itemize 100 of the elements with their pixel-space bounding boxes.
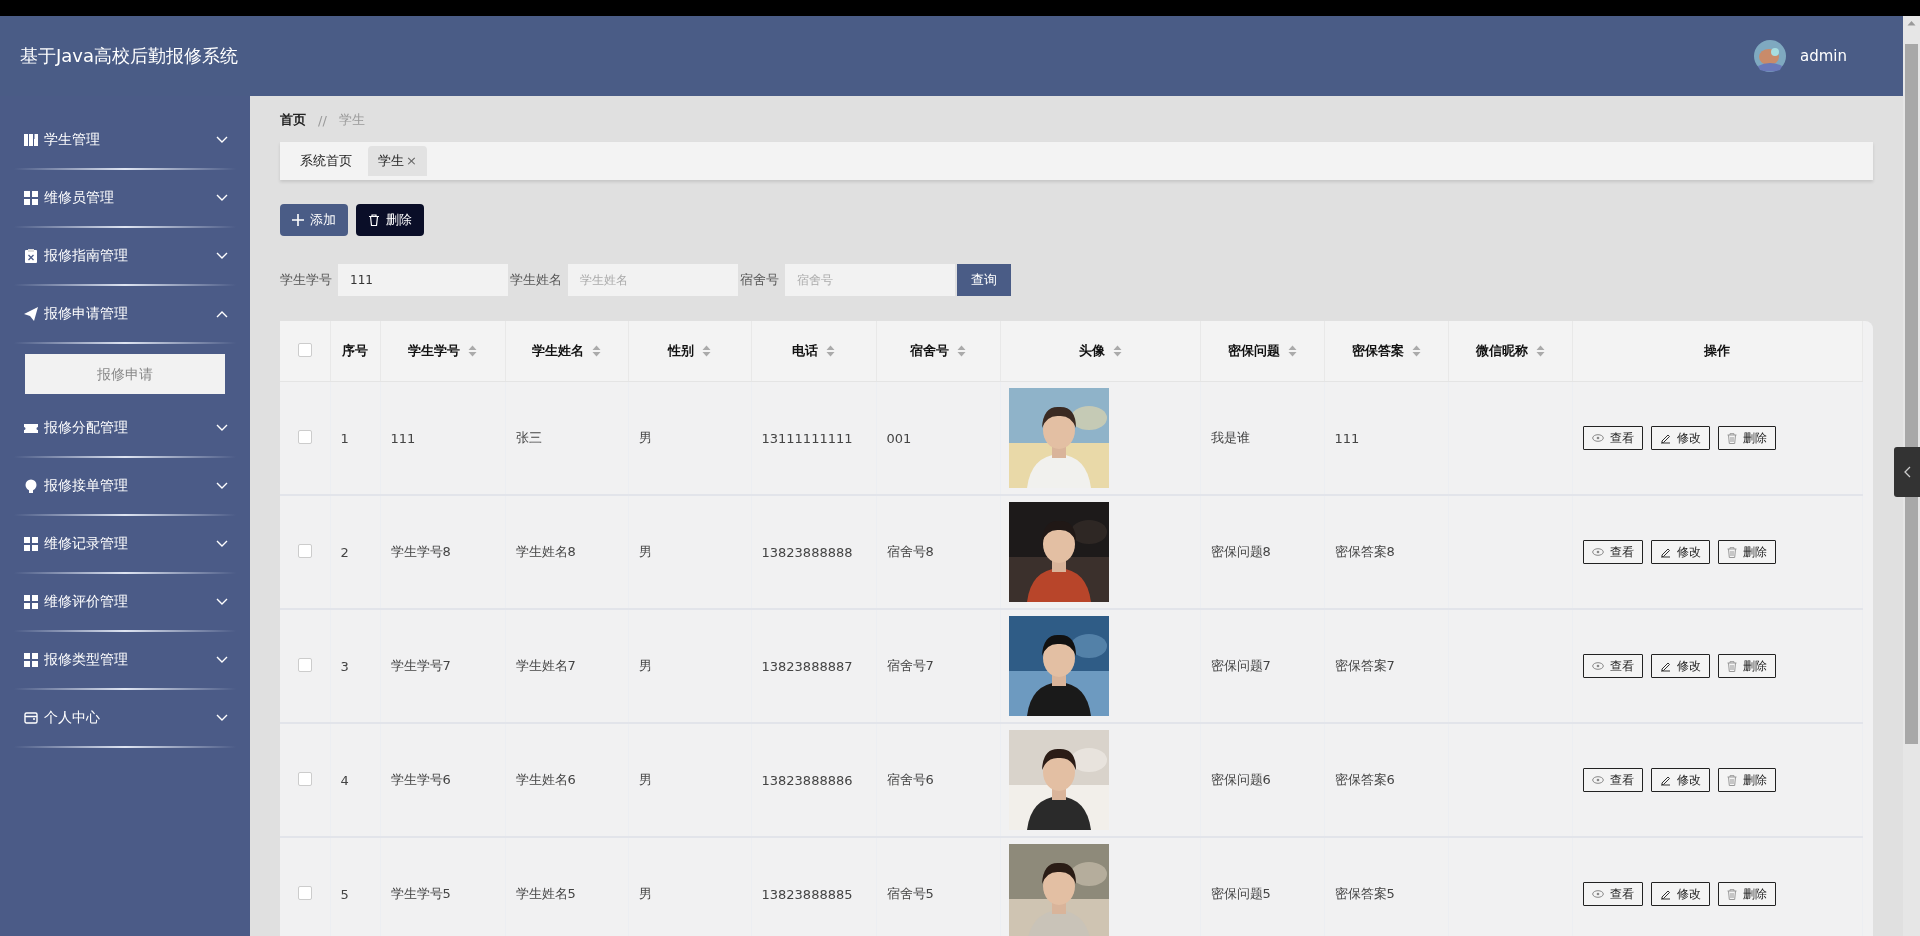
table-cell: 密保答案8 <box>1334 544 1395 559</box>
eye-icon <box>1591 890 1604 898</box>
edit-button[interactable]: 修改 <box>1650 654 1710 678</box>
breadcrumb-separator: // <box>318 112 327 128</box>
column-header[interactable]: 性别 <box>668 342 694 360</box>
checkbox[interactable] <box>297 885 312 900</box>
table-cell: 1 <box>340 430 349 446</box>
pencil-icon <box>1659 546 1671 558</box>
table-cell: 111 <box>390 430 416 446</box>
eye-icon <box>1591 776 1604 784</box>
side-toggle-button[interactable] <box>1894 447 1920 497</box>
page-tab[interactable]: 学生× <box>368 146 427 176</box>
trash-icon <box>1726 660 1737 672</box>
view-button[interactable]: 查看 <box>1582 882 1643 906</box>
sort-icon[interactable] <box>468 345 477 357</box>
delete-button[interactable]: 删除 <box>1717 540 1776 564</box>
table-cell: 男 <box>638 886 652 901</box>
chevron-down-icon <box>216 656 228 664</box>
view-button[interactable]: 查看 <box>1582 426 1643 450</box>
column-header[interactable]: 微信昵称 <box>1475 342 1528 360</box>
column-header[interactable]: 宿舍号 <box>910 342 949 360</box>
menu-item[interactable]: 学生管理 <box>0 112 250 168</box>
trash-icon <box>1726 432 1737 444</box>
field-label: 学生学号 <box>280 271 332 289</box>
pencil-icon <box>1659 774 1671 786</box>
checkbox[interactable] <box>297 771 312 786</box>
table-cell: 男 <box>638 658 652 673</box>
view-button[interactable]: 查看 <box>1582 540 1643 564</box>
eye-icon <box>1591 548 1604 556</box>
table-cell: 5 <box>340 886 349 902</box>
chevron-down-icon <box>216 194 228 202</box>
edit-button[interactable]: 修改 <box>1650 882 1710 906</box>
column-header[interactable]: 电话 <box>792 342 818 360</box>
scroll-up-icon[interactable] <box>1907 20 1916 26</box>
sort-icon[interactable] <box>592 345 601 357</box>
breadcrumb-item[interactable]: 首页 <box>280 111 306 129</box>
column-header[interactable]: 学生姓名 <box>532 342 584 360</box>
trash-icon <box>368 214 380 226</box>
sort-icon[interactable] <box>1411 345 1421 357</box>
menu-item[interactable]: 报修接单管理 <box>0 458 250 514</box>
table-cell: 宿舍号7 <box>886 658 934 673</box>
menu-item[interactable]: 报修申请管理 <box>0 286 250 342</box>
column-header[interactable]: 密保问题 <box>1227 342 1280 360</box>
user-name[interactable]: admin <box>1800 47 1847 65</box>
column-header[interactable]: 密保答案 <box>1351 342 1404 360</box>
grid-icon <box>24 537 38 551</box>
delete-button[interactable]: 删除 <box>1717 768 1776 792</box>
menu-item[interactable]: 报修指南管理 <box>0 228 250 284</box>
lightbulb-icon <box>24 479 38 493</box>
menu-item[interactable]: 报修类型管理 <box>0 632 250 688</box>
sort-icon[interactable] <box>1112 345 1122 357</box>
scrollbar-thumb[interactable] <box>1905 44 1918 744</box>
pencil-icon <box>1659 660 1671 672</box>
input-field[interactable]: 111 <box>338 264 508 296</box>
table-cell: 密保问题8 <box>1210 544 1271 559</box>
trash-icon <box>1726 774 1737 786</box>
menu-item[interactable]: 维修员管理 <box>0 170 250 226</box>
checkbox[interactable] <box>297 543 312 558</box>
delete-button[interactable]: 删除 <box>356 204 424 236</box>
view-button[interactable]: 查看 <box>1582 654 1643 678</box>
table-cell: 学生姓名6 <box>515 772 576 787</box>
eye-icon <box>1591 434 1604 442</box>
sort-icon[interactable] <box>957 345 966 357</box>
table-cell: 学生学号8 <box>390 544 451 559</box>
table-cell: 111 <box>1334 430 1360 446</box>
menu-item[interactable]: 维修记录管理 <box>0 516 250 572</box>
delete-button[interactable]: 删除 <box>1717 654 1776 678</box>
edit-button[interactable]: 修改 <box>1650 768 1710 792</box>
chevron-down-icon <box>216 714 228 722</box>
delete-button[interactable]: 删除 <box>1717 882 1776 906</box>
add-button[interactable]: 添加 <box>280 204 348 236</box>
sort-icon[interactable] <box>1535 345 1545 357</box>
input-field[interactable]: 宿舍号 <box>785 264 955 296</box>
view-button[interactable]: 查看 <box>1582 768 1643 792</box>
chevron-up-icon <box>216 310 228 318</box>
table-cell: 密保答案7 <box>1334 658 1395 673</box>
table-cell: 13823888885 <box>761 886 853 902</box>
checkbox[interactable] <box>297 342 312 357</box>
sort-icon[interactable] <box>1287 345 1297 357</box>
menu-item[interactable]: 维修评价管理 <box>0 574 250 630</box>
input-field[interactable]: 学生姓名 <box>568 264 738 296</box>
checkbox[interactable] <box>297 657 312 672</box>
menu-item[interactable]: 个人中心 <box>0 690 250 746</box>
page-tab[interactable]: 系统首页 <box>290 146 362 176</box>
paper-plane-icon <box>24 307 38 321</box>
table-cell: 13823888887 <box>761 658 853 674</box>
plus-icon <box>292 214 304 226</box>
sort-icon[interactable] <box>702 345 711 357</box>
search-button[interactable]: 查询 <box>957 264 1011 296</box>
table-cell: 13823888888 <box>761 544 853 560</box>
edit-button[interactable]: 修改 <box>1650 540 1710 564</box>
sort-icon[interactable] <box>826 345 835 357</box>
delete-button[interactable]: 删除 <box>1717 426 1776 450</box>
menu-item[interactable]: 报修分配管理 <box>0 400 250 456</box>
edit-button[interactable]: 修改 <box>1650 426 1710 450</box>
column-header[interactable]: 学生学号 <box>408 342 460 360</box>
ticket-icon <box>24 421 38 435</box>
column-header[interactable]: 头像 <box>1078 342 1105 360</box>
checkbox[interactable] <box>297 429 312 444</box>
close-icon[interactable]: × <box>406 146 417 176</box>
